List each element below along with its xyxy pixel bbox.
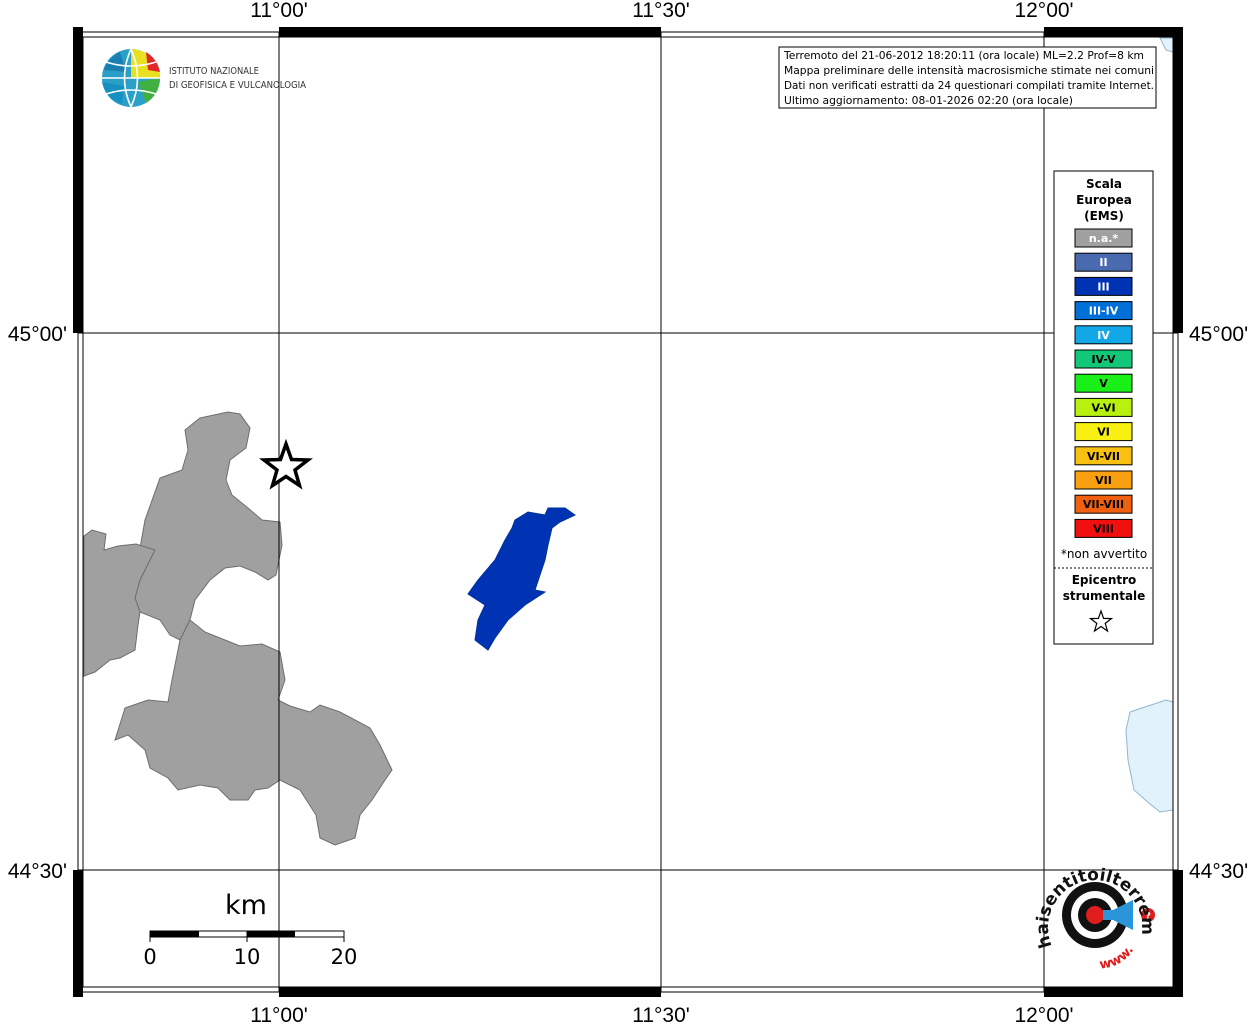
legend-item: VI [1074,422,1133,442]
bottom-label-12-00: 12°00' [1014,1004,1073,1024]
legend-item: IV-V [1074,349,1133,369]
legend-label: VII [1095,474,1112,487]
top-label-11-30: 11°30' [632,0,690,22]
legend-label: V-VI [1091,401,1115,414]
right-label-45-00: 45°00' [1189,323,1248,346]
legend-label: II [1099,256,1107,269]
legend-item: V [1074,373,1133,393]
legend-item: n.a.* [1074,228,1133,248]
legend-item: VIII [1074,518,1133,538]
info-line-2: Mappa preliminare delle intensità macros… [784,64,1154,77]
legend-epicenter-1: Epicentro [1072,573,1137,587]
scale-bar: km 0 10 20 [143,890,357,969]
scale-unit: km [225,890,267,921]
ems-legend: Scala Europea (EMS) n.a.*IIIIIIII-IVIVIV… [1053,170,1154,645]
legend-label: III-IV [1089,305,1119,318]
legend-label: VII-VIII [1083,498,1124,511]
legend-title-1: Scala [1086,177,1122,191]
top-label-11-00: 11°00' [250,0,308,22]
sea-sliver [1159,37,1174,53]
right-label-44-30: 44°30' [1189,860,1248,883]
bottom-label-11-00: 11°00' [250,1004,308,1024]
legend-label: VI-VII [1087,450,1120,463]
legend-title-2: Europea [1076,193,1132,207]
legend-label: IV-V [1091,353,1116,366]
municipality-intensity-iii [467,507,576,651]
intensity-map: 11°00' 11°30' 12°00' 11°00' 11°30' 12°00… [0,0,1248,1027]
hst-prefix: www. [1098,943,1137,973]
legend-item: VI-VII [1074,446,1133,466]
municipality-polygon [134,411,283,641]
legend-item: III-IV [1074,301,1133,321]
left-label-44-30: 44°30' [8,860,67,883]
top-label-12-00: 12°00' [1014,0,1073,22]
ingv-name-line2: DI GEOFISICA E VULCANOLOGIA [169,80,306,91]
bottom-label-11-30: 11°30' [632,1004,690,1024]
info-line-3: Dati non verificati estratti da 24 quest… [784,79,1154,92]
legend-label: III [1097,280,1109,293]
legend-epicenter-2: strumentale [1063,589,1146,603]
legend-label: VI [1097,426,1110,439]
municipalities-na [83,411,393,846]
legend-item: V-VI [1074,397,1133,417]
ingv-logo: ISTITUTO NAZIONALE DI GEOFISICA E VULCAN… [102,48,306,108]
legend-title-3: (EMS) [1084,209,1124,223]
legend-label: IV [1097,329,1110,342]
legend-item: IV [1074,325,1133,345]
info-line-1: Terremoto del 21-06-2012 18:20:11 (ora l… [783,49,1144,62]
ingv-globe-icon [102,48,161,108]
legend-label: V [1099,377,1108,390]
scale-tick-10: 10 [234,945,261,969]
legend-item: VII-VIII [1074,494,1133,514]
legend-label: VIII [1093,522,1114,535]
municipality-polygon [114,619,393,846]
sea-area [1125,699,1174,813]
legend-item: III [1074,276,1133,296]
info-line-4: Ultimo aggiornamento: 08-01-2026 02:20 (… [784,94,1073,107]
legend-item: VII [1074,470,1133,490]
legend-note: *non avvertito [1061,547,1147,561]
epicenter-star-icon [259,438,313,490]
scale-tick-20: 20 [331,945,358,969]
left-label-45-00: 45°00' [8,323,67,346]
info-box: Terremoto del 21-06-2012 18:20:11 (ora l… [778,46,1157,109]
legend-label: n.a.* [1089,232,1119,245]
scale-tick-0: 0 [143,945,156,969]
legend-item: II [1074,252,1133,272]
ingv-name-line1: ISTITUTO NAZIONALE [169,66,259,77]
